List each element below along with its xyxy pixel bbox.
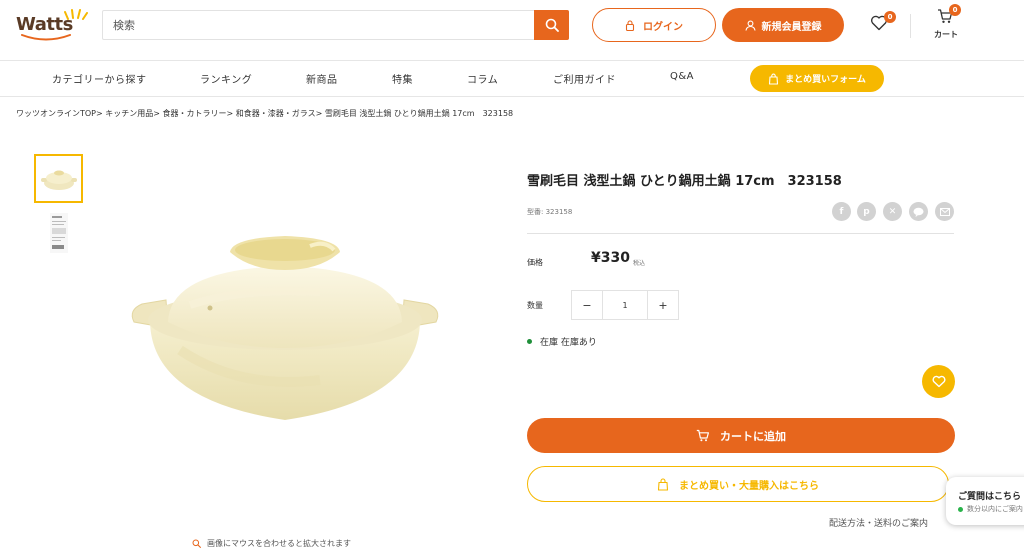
login-button[interactable]: ログイン	[592, 8, 716, 42]
logo-smile-icon	[21, 34, 71, 41]
share-line-button[interactable]	[909, 202, 928, 221]
cart-icon	[696, 429, 709, 442]
nav-item-ranking[interactable]: ランキング	[200, 71, 252, 86]
cart-button[interactable]: 0 カート	[930, 4, 962, 42]
package-label-thumbnail-image	[49, 212, 68, 253]
quantity-stepper: − +	[571, 290, 679, 320]
add-to-cart-label: カートに追加	[720, 429, 786, 443]
nav-item-new-products[interactable]: 新商品	[306, 71, 338, 86]
stock-text: 在庫 在庫あり	[540, 338, 597, 348]
product-title: 雪刷毛目 浅型土鍋 ひとり鍋用土鍋 17cm 323158	[527, 174, 842, 189]
main-navigation: カテゴリーから探す ランキング 新商品 特集 コラム ご利用ガイド Q&A まと…	[0, 60, 1024, 97]
donabe-thumbnail-image	[40, 170, 77, 190]
search-button[interactable]	[534, 10, 569, 40]
shipping-info-link[interactable]: 配送方法・送料のご案内	[829, 516, 928, 529]
quantity-increase-button[interactable]: +	[647, 291, 678, 319]
product-thumbnail-1[interactable]	[34, 154, 83, 203]
favorites-button[interactable]: 0	[870, 11, 896, 34]
tax-label: 税込	[633, 260, 646, 267]
share-facebook-button[interactable]: f	[832, 202, 851, 221]
product-sku: 型番: 323158	[527, 208, 573, 216]
bulk-purchase-button[interactable]: まとめ買い・大量購入はこちら	[527, 466, 949, 502]
search-input[interactable]	[103, 11, 535, 39]
nav-item-guide[interactable]: ご利用ガイド	[553, 71, 616, 86]
watts-logo[interactable]: Watts	[16, 9, 88, 41]
breadcrumb[interactable]: ワッツオンラインTOP> キッチン用品> 食器・カトラリー> 和食器・漆器・ガラ…	[16, 108, 513, 119]
stock-indicator-dot	[527, 339, 532, 344]
search-icon	[545, 18, 559, 32]
bulk-order-form-button[interactable]: まとめ買いフォーム	[750, 65, 884, 92]
pinterest-icon: p	[863, 206, 870, 217]
magnifier-icon	[192, 539, 201, 548]
site-header: Watts ログイン 新規会員登録	[0, 0, 1024, 50]
search-bar	[102, 10, 569, 40]
stock-status: 在庫 在庫あり	[527, 335, 597, 348]
online-indicator-dot	[958, 506, 963, 512]
nav-item-qa[interactable]: Q&A	[670, 71, 694, 82]
bag-icon	[657, 477, 669, 491]
product-divider	[527, 233, 954, 234]
zoom-hint-text: 画像にマウスを合わせると拡大されます	[207, 539, 351, 548]
x-icon: ✕	[888, 206, 897, 217]
lock-icon	[625, 19, 635, 31]
chat-title: ご質問はこちら	[958, 492, 1022, 502]
cart-label: カート	[934, 30, 958, 39]
nav-item-column[interactable]: コラム	[467, 71, 498, 86]
product-thumbnail-2[interactable]	[34, 208, 83, 257]
share-x-button[interactable]: ✕	[883, 202, 902, 221]
add-to-cart-button[interactable]: カートに追加	[527, 418, 955, 453]
bag-icon	[769, 73, 779, 85]
login-label: ログイン	[643, 21, 683, 33]
quantity-input[interactable]	[603, 291, 647, 319]
share-mail-button[interactable]	[935, 202, 954, 221]
header-divider	[910, 14, 911, 38]
chat-widget[interactable]: ご質問はこちら 数分以内にご案内	[946, 477, 1024, 525]
chat-subtitle: 数分以内にご案内	[958, 504, 1023, 514]
facebook-icon: f	[839, 206, 844, 217]
chat-subtitle-text: 数分以内にご案内	[967, 505, 1023, 513]
user-icon	[744, 20, 756, 31]
line-icon	[913, 207, 924, 217]
logo-sun-icon	[64, 9, 88, 20]
bulk-purchase-label: まとめ買い・大量購入はこちら	[679, 480, 819, 492]
share-pinterest-button[interactable]: p	[857, 202, 876, 221]
quantity-label: 数量	[527, 301, 543, 310]
price-label: 価格	[527, 258, 543, 267]
nav-item-categories[interactable]: カテゴリーから探す	[52, 71, 147, 86]
cart-count-badge: 0	[949, 4, 961, 16]
register-label: 新規会員登録	[761, 21, 822, 33]
nav-item-features[interactable]: 特集	[392, 71, 413, 86]
product-main-image[interactable]	[120, 230, 450, 440]
register-button[interactable]: 新規会員登録	[722, 8, 844, 42]
mail-icon	[939, 207, 950, 216]
favorites-count-badge: 0	[884, 11, 896, 23]
bulk-order-form-label: まとめ買いフォーム	[785, 75, 866, 85]
add-to-wishlist-button[interactable]	[922, 365, 955, 398]
heart-icon	[932, 375, 945, 388]
zoom-hint: 画像にマウスを合わせると拡大されます	[192, 538, 351, 549]
quantity-decrease-button[interactable]: −	[572, 291, 603, 319]
price-value: ¥330	[591, 250, 630, 266]
